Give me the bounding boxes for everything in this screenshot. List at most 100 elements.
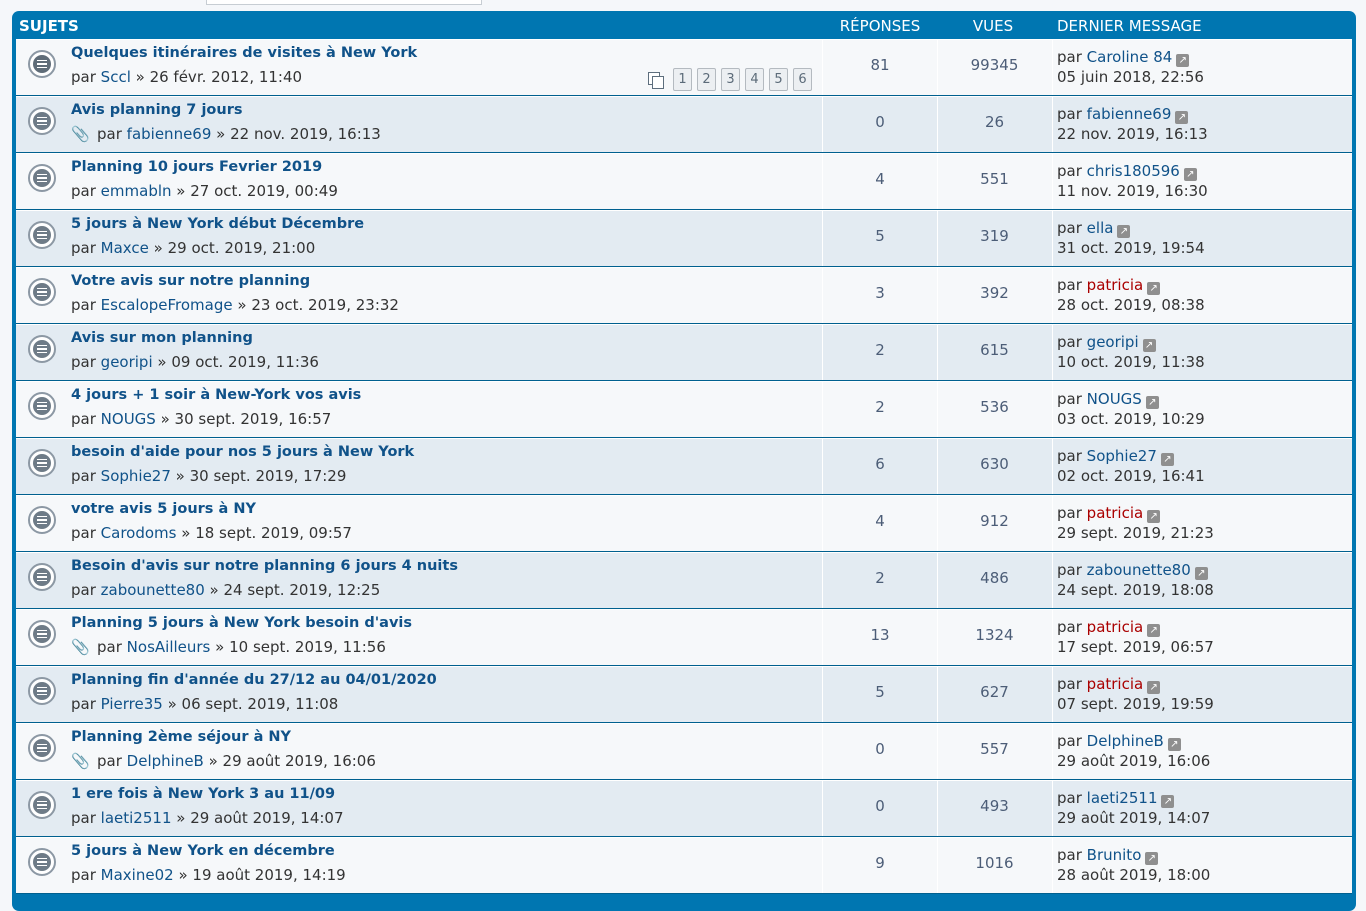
topic-read-icon — [28, 392, 56, 420]
goto-last-post-icon[interactable]: ↗ — [1147, 681, 1161, 694]
by-label: par — [71, 296, 96, 314]
goto-last-post-icon[interactable]: ↗ — [1183, 168, 1197, 181]
topic-title[interactable]: Avis sur mon planning — [71, 330, 253, 346]
topic-title[interactable]: Planning 2ème séjour à NY — [71, 729, 291, 745]
topic-author[interactable]: EscalopeFromage — [101, 296, 233, 314]
topic-byline: 📎 par NosAilleurs » 10 sept. 2019, 11:56 — [71, 638, 386, 656]
topic-row: Avis planning 7 jours 📎 par fabienne69 » … — [16, 96, 1352, 153]
search-box-edge[interactable] — [206, 0, 482, 5]
last-post-author[interactable]: fabienne69 — [1087, 105, 1172, 123]
topic-replies: 81 — [822, 40, 938, 95]
header-replies: RÉPONSES — [839, 17, 921, 35]
topic-author[interactable]: Carodoms — [101, 524, 177, 542]
topic-author[interactable]: Sophie27 — [101, 467, 171, 485]
last-post-author[interactable]: georipi — [1087, 333, 1139, 351]
last-post-date: 29 août 2019, 16:06 — [1057, 752, 1211, 770]
goto-last-post-icon[interactable]: ↗ — [1167, 738, 1181, 751]
topic-author[interactable]: DelphineB — [127, 752, 204, 770]
last-post-author[interactable]: ella — [1087, 219, 1114, 237]
topic-author[interactable]: Maxine02 — [101, 866, 174, 884]
last-post-date: 28 août 2019, 18:00 — [1057, 866, 1211, 884]
topic-views: 630 — [937, 439, 1053, 494]
last-post-author[interactable]: NOUGS — [1087, 390, 1142, 408]
topic-views: 551 — [937, 154, 1053, 209]
page-link[interactable]: 5 — [769, 68, 788, 91]
last-post-date: 10 oct. 2019, 11:38 — [1057, 353, 1205, 371]
topic-author[interactable]: Sccl — [101, 68, 131, 86]
topic-author[interactable]: Pierre35 — [101, 695, 163, 713]
goto-last-post-icon[interactable]: ↗ — [1147, 624, 1161, 637]
topic-replies: 0 — [822, 724, 938, 779]
announcement-icon — [28, 50, 56, 78]
goto-last-post-icon[interactable]: ↗ — [1145, 396, 1159, 409]
topic-pagination: 1 2 3 4 5 6 — [648, 68, 812, 91]
topic-row: 5 jours à New York début Décembre par Ma… — [16, 210, 1352, 267]
last-post-date: 29 août 2019, 14:07 — [1057, 809, 1211, 827]
topic-title[interactable]: 4 jours + 1 soir à New-York vos avis — [71, 387, 361, 403]
by-label: par — [71, 68, 96, 86]
by-label: par — [71, 467, 96, 485]
topic-title[interactable]: 5 jours à New York en décembre — [71, 843, 335, 859]
last-post-author[interactable]: Brunito — [1087, 846, 1142, 864]
topic-author[interactable]: zabounette80 — [101, 581, 205, 599]
page-link[interactable]: 6 — [793, 68, 812, 91]
goto-last-post-icon[interactable]: ↗ — [1117, 225, 1131, 238]
last-post-date: 11 nov. 2019, 16:30 — [1057, 182, 1208, 200]
last-post-author[interactable]: DelphineB — [1087, 732, 1164, 750]
topic-title[interactable]: Planning 10 jours Fevrier 2019 — [71, 159, 322, 175]
page-link[interactable]: 2 — [697, 68, 716, 91]
last-post-author[interactable]: patricia — [1087, 675, 1144, 693]
last-post-author[interactable]: laeti2511 — [1087, 789, 1158, 807]
topic-author[interactable]: laeti2511 — [101, 809, 172, 827]
last-post-author[interactable]: Caroline 84 — [1087, 48, 1173, 66]
last-post: par ella ↗ 31 oct. 2019, 19:54 — [1057, 218, 1205, 258]
topic-date: » 23 oct. 2019, 23:32 — [232, 296, 399, 314]
topic-byline: 📎 par DelphineB » 29 août 2019, 16:06 — [71, 752, 376, 770]
last-post-author[interactable]: chris180596 — [1087, 162, 1180, 180]
topic-date: » 18 sept. 2019, 09:57 — [176, 524, 352, 542]
topic-title[interactable]: Planning 5 jours à New York besoin d'avi… — [71, 615, 412, 631]
topic-title[interactable]: Planning fin d'année du 27/12 au 04/01/2… — [71, 672, 437, 688]
topic-author[interactable]: emmabln — [101, 182, 172, 200]
goto-last-post-icon[interactable]: ↗ — [1194, 567, 1208, 580]
goto-last-post-icon[interactable]: ↗ — [1160, 453, 1174, 466]
topic-title[interactable]: 5 jours à New York début Décembre — [71, 216, 364, 232]
topic-author[interactable]: NosAilleurs — [127, 638, 211, 656]
page-link[interactable]: 3 — [721, 68, 740, 91]
topic-row: 4 jours + 1 soir à New-York vos avis par… — [16, 381, 1352, 438]
goto-last-post-icon[interactable]: ↗ — [1161, 795, 1175, 808]
topic-title[interactable]: Besoin d'avis sur notre planning 6 jours… — [71, 558, 458, 574]
topic-author[interactable]: fabienne69 — [127, 125, 212, 143]
last-post-author[interactable]: Sophie27 — [1087, 447, 1157, 465]
topic-title[interactable]: Quelques itinéraires de visites à New Yo… — [71, 45, 417, 61]
by-label: par — [71, 182, 96, 200]
topic-author[interactable]: Maxce — [101, 239, 149, 257]
topic-title[interactable]: besoin d'aide pour nos 5 jours à New Yor… — [71, 444, 414, 460]
topic-read-icon — [28, 335, 56, 363]
topic-byline: par NOUGS » 30 sept. 2019, 16:57 — [71, 410, 331, 428]
last-post-author[interactable]: patricia — [1087, 504, 1144, 522]
topic-title[interactable]: 1 ere fois à New York 3 au 11/09 — [71, 786, 335, 802]
goto-last-post-icon[interactable]: ↗ — [1175, 111, 1189, 124]
goto-last-post-icon[interactable]: ↗ — [1176, 54, 1190, 67]
last-post: par laeti2511 ↗ 29 août 2019, 14:07 — [1057, 788, 1210, 828]
last-post-author[interactable]: zabounette80 — [1087, 561, 1191, 579]
page-link[interactable]: 4 — [745, 68, 764, 91]
last-post-author[interactable]: patricia — [1087, 618, 1144, 636]
topic-views: 912 — [937, 496, 1053, 551]
last-post-author[interactable]: patricia — [1087, 276, 1144, 294]
goto-last-post-icon[interactable]: ↗ — [1142, 339, 1156, 352]
topic-title[interactable]: Votre avis sur notre planning — [71, 273, 310, 289]
topic-title[interactable]: votre avis 5 jours à NY — [71, 501, 256, 517]
topic-author[interactable]: georipi — [101, 353, 153, 371]
topic-author[interactable]: NOUGS — [101, 410, 156, 428]
topic-byline: par Sccl » 26 févr. 2012, 11:40 — [71, 68, 302, 86]
topic-title[interactable]: Avis planning 7 jours — [71, 102, 242, 118]
goto-last-post-icon[interactable]: ↗ — [1147, 282, 1161, 295]
topic-replies: 6 — [822, 439, 938, 494]
goto-last-post-icon[interactable]: ↗ — [1145, 852, 1159, 865]
topic-row: votre avis 5 jours à NY par Carodoms » 1… — [16, 495, 1352, 552]
topic-views: 615 — [937, 325, 1053, 380]
goto-last-post-icon[interactable]: ↗ — [1147, 510, 1161, 523]
page-link[interactable]: 1 — [673, 68, 692, 91]
